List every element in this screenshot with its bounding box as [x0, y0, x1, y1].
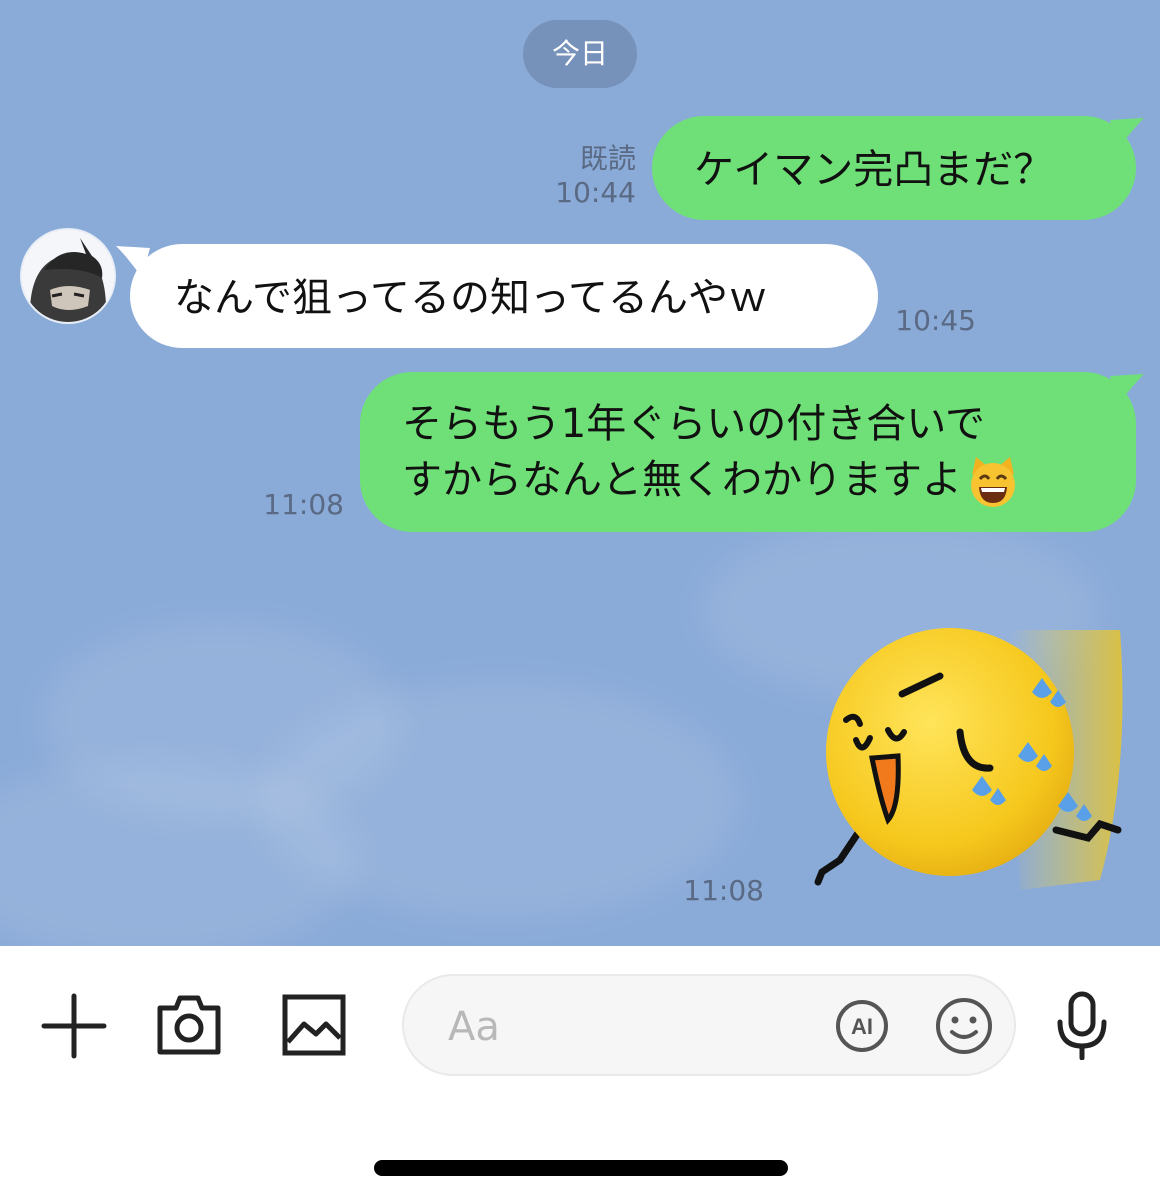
- chat-bubble-theirs[interactable]: なんで狙ってるの知ってるんやｗ: [130, 244, 878, 348]
- microphone-icon[interactable]: [1054, 990, 1110, 1060]
- contact-avatar[interactable]: [22, 230, 114, 322]
- message-time: 11:08: [263, 488, 344, 521]
- message-time: 11:08: [683, 874, 764, 907]
- chat-bubble-mine[interactable]: そらもう1年ぐらいの付き合いで すからなんと無くわかりますよ: [360, 372, 1136, 532]
- grinning-cat-emoji-icon: [971, 457, 1015, 507]
- avatar-image: [22, 230, 114, 322]
- message-input[interactable]: Aa AI: [402, 974, 1016, 1076]
- image-icon[interactable]: [282, 994, 346, 1056]
- message-meta: 既読 10:44: [520, 142, 636, 210]
- message-input-placeholder: Aa: [448, 1004, 500, 1050]
- ai-icon[interactable]: AI: [834, 998, 890, 1054]
- date-separator: 今日: [523, 20, 637, 88]
- message-time: 10:44: [555, 176, 636, 209]
- running-yellow-face-sticker[interactable]: [800, 620, 1140, 910]
- chat-bubble-mine[interactable]: ケイマン完凸まだ？: [652, 116, 1136, 220]
- emoji-icon[interactable]: [934, 996, 994, 1056]
- message-text: なんで狙ってるの知ってるんやｗ: [174, 275, 768, 321]
- message-text: ケイマン完凸まだ？: [694, 147, 1054, 193]
- plus-icon[interactable]: [40, 992, 108, 1060]
- camera-icon[interactable]: [156, 994, 222, 1056]
- message-text: すからなんと無くわかりますよ: [402, 457, 962, 503]
- ai-icon-label: AI: [851, 1014, 873, 1039]
- line-chat-screen: 今日 既読 10:44 ケイマン完凸まだ？ なんで狙ってるの知ってるんやｗ 10…: [0, 0, 1160, 1200]
- message-time: 10:45: [895, 304, 976, 337]
- read-receipt: 既読: [579, 142, 636, 175]
- message-text-line-2: すからなんと無くわかりますよ: [402, 452, 1136, 509]
- chat-area[interactable]: 今日 既読 10:44 ケイマン完凸まだ？ なんで狙ってるの知ってるんやｗ 10…: [0, 0, 1160, 946]
- home-indicator[interactable]: [374, 1160, 788, 1176]
- message-text-line: そらもう1年ぐらいの付き合いで: [402, 401, 986, 447]
